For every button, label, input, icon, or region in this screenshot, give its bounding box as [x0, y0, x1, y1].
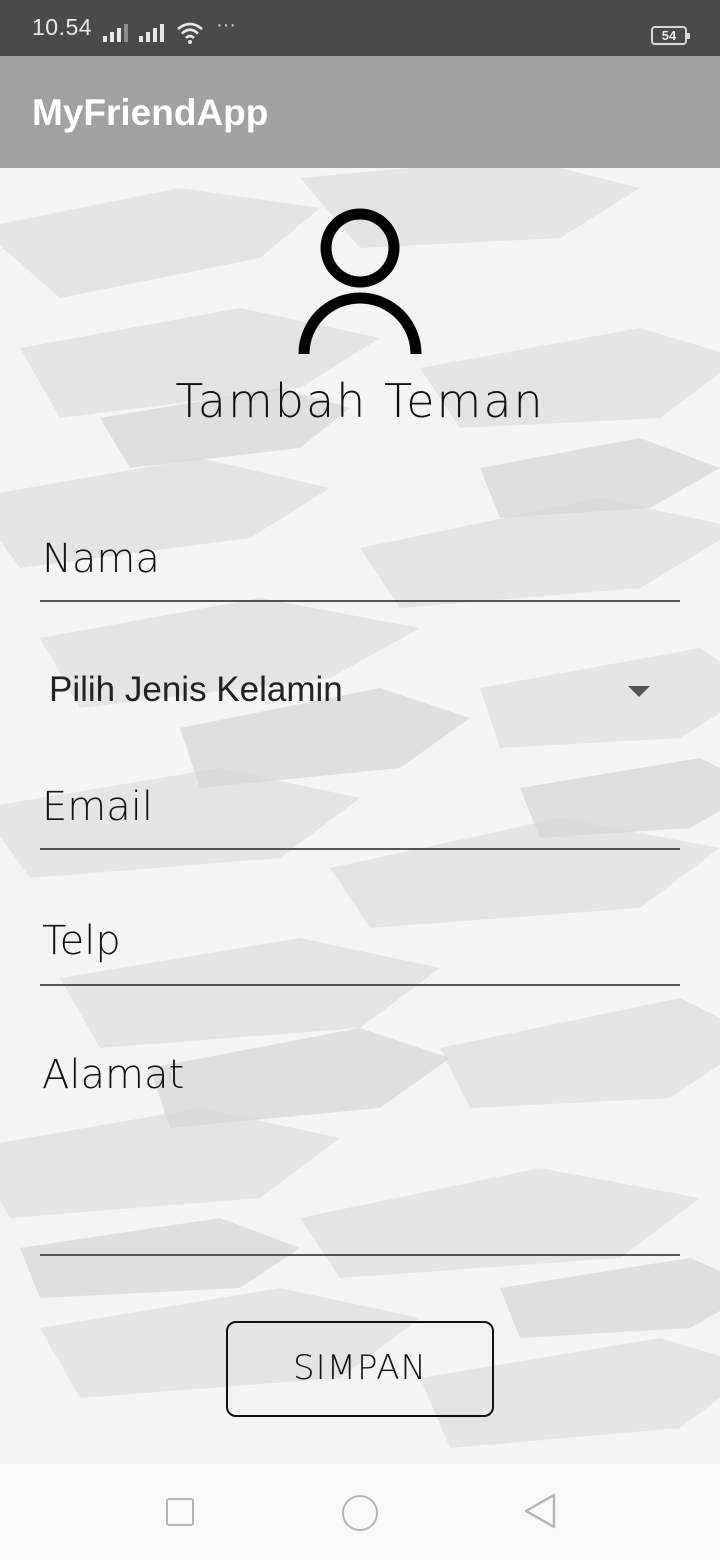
- more-notifications-icon: ···: [216, 14, 236, 36]
- nama-hint: Nama: [42, 536, 160, 582]
- alamat-field[interactable]: Alamat: [40, 1042, 680, 1256]
- add-friend-form: Tambah Teman Nama Pilih Jenis Kelamin Em…: [0, 168, 720, 1464]
- triangle-down-icon: [628, 686, 650, 697]
- app-title: MyFriendApp: [32, 92, 269, 133]
- email-hint: Email: [42, 784, 153, 830]
- status-time: 10.54: [32, 14, 93, 40]
- signal-icon: [139, 24, 164, 42]
- gender-spinner-label: Pilih Jenis Kelamin: [49, 670, 343, 709]
- save-button[interactable]: SIMPAN: [226, 1321, 494, 1417]
- status-bar: 10.54 ··· 54: [0, 0, 720, 56]
- app-bar: MyFriendApp: [0, 56, 720, 168]
- signal-icon: [103, 24, 128, 42]
- gender-spinner[interactable]: Pilih Jenis Kelamin: [40, 652, 680, 736]
- page-heading: Tambah Teman: [175, 374, 545, 428]
- person-outline-icon: [298, 208, 422, 355]
- square-icon[interactable]: [166, 1498, 194, 1526]
- telp-hint: Telp: [42, 918, 121, 964]
- battery-icon: 54: [651, 26, 690, 45]
- nama-field[interactable]: Nama: [40, 528, 680, 602]
- triangle-left-icon[interactable]: [523, 1492, 557, 1530]
- email-field[interactable]: Email: [40, 774, 680, 850]
- navigation-bar: [0, 1464, 720, 1560]
- wifi-icon: [177, 22, 203, 44]
- telp-field[interactable]: Telp: [40, 908, 680, 986]
- circle-icon[interactable]: [342, 1495, 378, 1531]
- alamat-hint: Alamat: [42, 1052, 185, 1098]
